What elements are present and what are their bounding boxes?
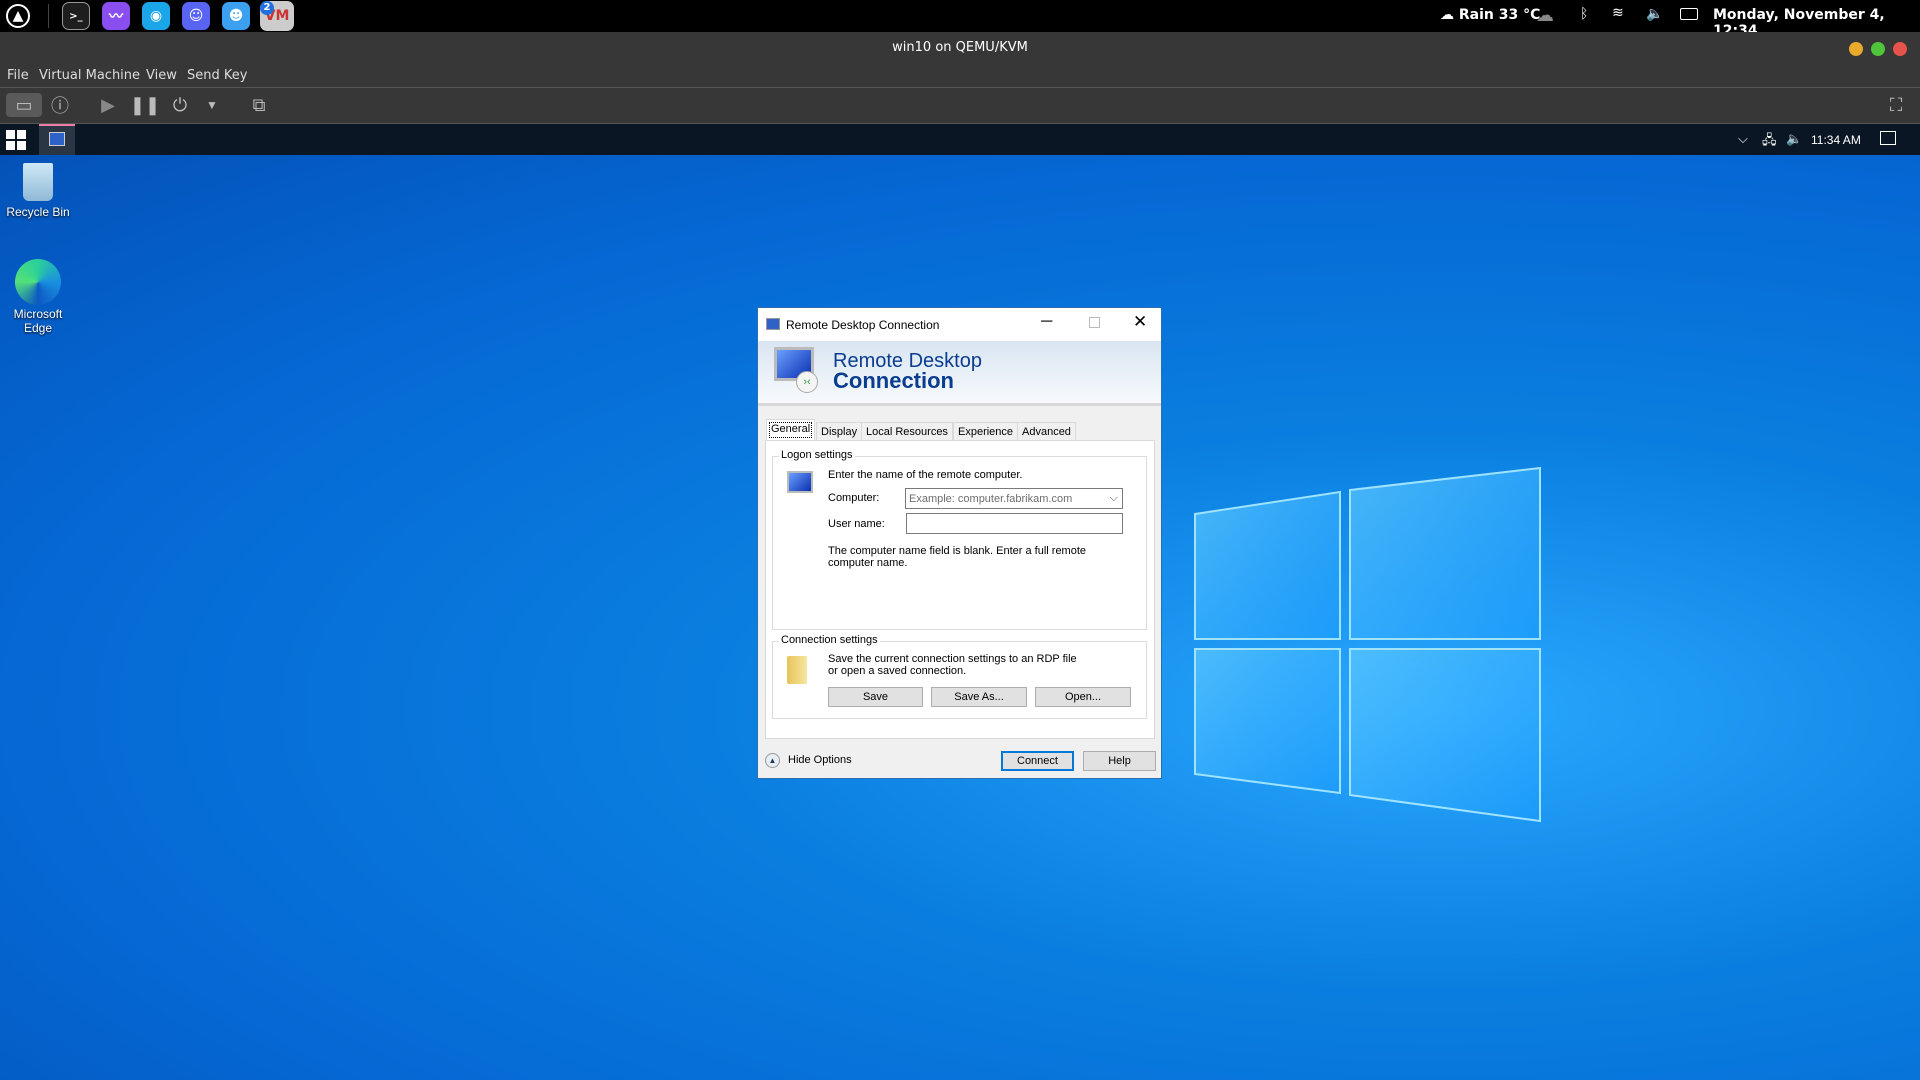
computer-icon [787,471,813,493]
computer-combobox[interactable]: Example: computer.fabrikam.com ⌵ [905,488,1123,509]
weather-indicator[interactable]: ☁ Rain 33 °C [1440,7,1540,23]
toolbar: ▭ ⓘ ▶ ❚❚ ⏻ ▼ ⧉ ⛶ [0,88,1920,124]
minimize-button[interactable] [1849,42,1863,56]
info-icon: ⓘ [51,96,69,116]
save-as-button[interactable]: Save As... [931,687,1027,707]
remote-desktop-connection-dialog: Remote Desktop Connection ─ ✕ ›‹ Remote … [757,307,1162,779]
shutdown-menu-button[interactable]: ▼ [201,93,223,117]
wifi-icon[interactable]: ≋ [1612,5,1624,21]
dialog-minimize-button[interactable]: ─ [1041,313,1052,331]
logon-settings-group: Logon settings Enter the name of the rem… [772,449,1147,630]
rdp-icon [49,132,65,146]
tab-display[interactable]: Display [816,422,863,441]
power-icon: ⏻ [172,94,188,115]
menu-file[interactable]: File [7,68,29,83]
rdp-app-icon [766,318,780,330]
activities-icon[interactable]: ▲ [6,4,30,28]
menu-virtual-machine[interactable]: Virtual Machine [39,68,140,83]
notification-badge: 2 [260,1,274,15]
logon-settings-label: Logon settings [779,449,855,461]
snapshots-icon: ⧉ [252,94,266,115]
desktop-icon-recycle-bin[interactable]: Recycle Bin [0,163,76,219]
virt-manager-icon[interactable]: VM 2 [260,1,294,31]
windows-start-button[interactable] [6,130,26,150]
save-button[interactable]: Save [828,687,923,707]
guest-clock[interactable]: 11:34 AM [1811,133,1861,147]
menu-send-key[interactable]: Send Key [187,68,247,83]
username-input[interactable] [906,513,1123,534]
tweaks-app-icon[interactable]: 〰 [102,2,130,30]
monitor-icon: ▭ [15,94,33,115]
console-view-button[interactable]: ▭ [6,93,42,117]
pause-icon: ❚❚ [129,94,161,115]
details-button[interactable]: ⓘ [48,93,72,117]
browser-app-icon[interactable]: ◉ [142,2,170,30]
chevron-down-icon[interactable]: ⌵ [1110,492,1118,505]
dialog-banner: ›‹ Remote Desktop Connection [758,341,1161,406]
guest-taskbar: ⌵ 🖧 🔈 11:34 AM [0,124,1920,155]
tab-general[interactable]: General [766,419,816,441]
menu-view[interactable]: View [146,68,177,83]
connection-settings-label: Connection settings [779,634,880,646]
shutdown-button[interactable]: ⏻ [168,93,192,117]
banner-title-line2: Connection [833,368,954,393]
hide-options-link[interactable]: Hide Options [788,754,852,766]
window-title: win10 on QEMU/KVM [892,40,1028,55]
dialog-maximize-button [1089,317,1100,328]
connection-arrows-icon: ›‹ [796,371,818,393]
folder-icon [787,656,807,684]
rain-cloud-icon: ☁ [1440,7,1454,23]
blank-computer-message: The computer name field is blank. Enter … [828,545,1087,569]
logon-instruction: Enter the name of the remote computer. [828,469,1023,481]
desktop-icon-microsoft-edge[interactable]: Microsoft Edge [0,259,76,335]
window-titlebar: win10 on QEMU/KVM [0,32,1920,64]
desktop-icon-label: Recycle Bin [6,205,70,219]
battery-icon[interactable] [1680,8,1698,20]
menu-bar: File Virtual Machine View Send Key [0,64,1920,88]
desktop-icon-label: Microsoft Edge [13,307,63,335]
general-tab-panel: Logon settings Enter the name of the rem… [765,440,1155,739]
connection-settings-group: Connection settings Save the current con… [772,634,1147,719]
run-button[interactable]: ▶ [96,93,120,117]
recycle-bin-icon [23,163,53,201]
open-button[interactable]: Open... [1035,687,1131,707]
tab-advanced[interactable]: Advanced [1017,422,1076,441]
cloud-icon[interactable]: ☁ [1536,5,1554,26]
discord-icon[interactable]: ☺ [182,2,210,30]
bluetooth-icon[interactable]: ᛒ [1580,6,1588,22]
computer-placeholder: Example: computer.fabrikam.com [909,493,1073,505]
fullscreen-icon: ⛶ [1889,94,1903,115]
chevron-down-icon: ▼ [206,98,218,112]
tab-experience[interactable]: Experience [953,422,1019,441]
volume-icon[interactable]: 🔈 [1646,6,1663,22]
dialog-close-button[interactable]: ✕ [1133,312,1147,332]
dialog-titlebar: Remote Desktop Connection ─ ✕ [758,308,1161,341]
network-icon[interactable]: 🖧 [1762,131,1777,153]
connect-button[interactable]: Connect [1001,751,1074,771]
computer-label: Computer: [828,492,880,504]
speaker-icon[interactable]: 🔈 [1786,131,1802,147]
chevron-up-icon[interactable]: ⌵ [1738,131,1748,147]
taskbar-rdp-app[interactable] [39,124,75,155]
system-top-bar: ▲ >_ 〰 ◉ ☺ ☻ VM 2 ☁ Rain 33 °C ☁ ᛒ ≋ 🔈 M… [0,0,1920,39]
connection-settings-text: Save the current connection settings to … [828,653,1077,677]
dialog-title: Remote Desktop Connection [786,318,940,332]
edge-icon [15,259,61,305]
weather-text: Rain 33 °C [1458,7,1541,23]
help-button[interactable]: Help [1083,751,1156,771]
action-center-icon[interactable] [1880,131,1896,145]
pause-button[interactable]: ❚❚ [129,93,161,117]
finder-icon[interactable]: ☻ [222,2,250,30]
close-button[interactable] [1893,42,1907,56]
hide-options-icon[interactable]: ▲ [765,753,780,768]
terminal-icon[interactable]: >_ [62,2,90,30]
tab-local-resources[interactable]: Local Resources [861,422,953,441]
maximize-button[interactable] [1871,42,1885,56]
fullscreen-button[interactable]: ⛶ [1882,93,1910,117]
play-icon: ▶ [101,94,115,115]
username-label: User name: [828,518,885,530]
snapshots-button[interactable]: ⧉ [245,93,273,117]
